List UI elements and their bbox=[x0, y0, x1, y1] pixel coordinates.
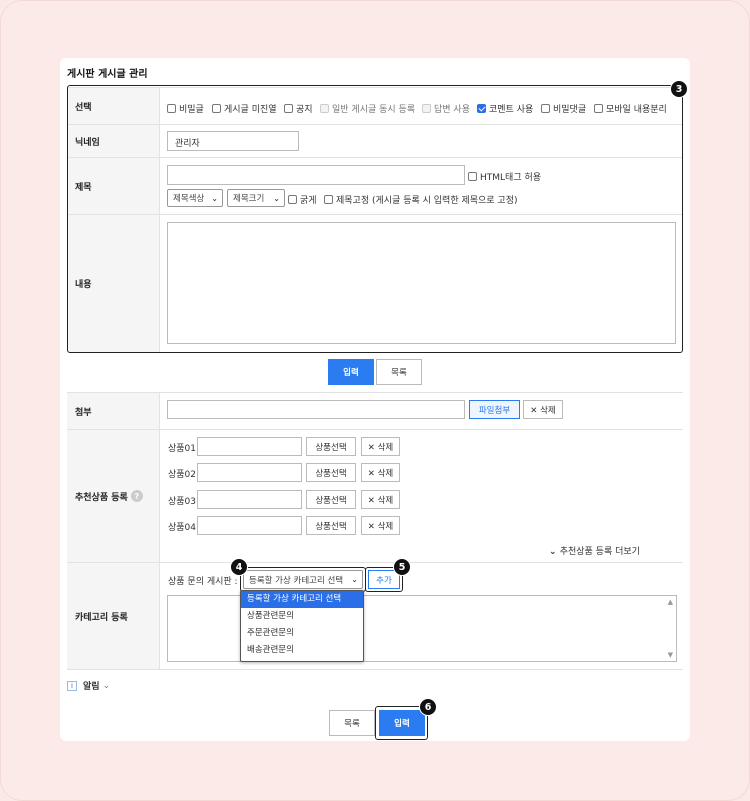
product-delete-button[interactable]: ✕ 삭제 bbox=[361, 490, 400, 509]
page-title: 게시판 게시글 관리 bbox=[67, 69, 148, 80]
submit-button-mid[interactable]: 입력 bbox=[328, 359, 374, 385]
row-recommend-label: 추천상품 등록? bbox=[67, 430, 160, 562]
product-select-button[interactable]: 상품선택 bbox=[306, 516, 356, 535]
subject-size-select[interactable]: 제목크기 ⌄ bbox=[227, 189, 285, 207]
scroll-up-icon[interactable]: ▲ bbox=[668, 598, 673, 606]
checkbox-icon[interactable] bbox=[212, 104, 221, 113]
step-badge-4: 4 bbox=[230, 558, 248, 576]
product-delete-button[interactable]: ✕ 삭제 bbox=[361, 463, 400, 482]
option-secret[interactable]: 비밀글 bbox=[167, 102, 204, 115]
chevron-down-icon: ⌄ bbox=[549, 547, 560, 557]
product-input[interactable] bbox=[197, 516, 302, 535]
row-category-label: 카테고리 등록 bbox=[67, 563, 160, 669]
product-input[interactable] bbox=[197, 437, 302, 456]
nickname-input[interactable]: 관리자 bbox=[167, 131, 299, 151]
dropdown-option[interactable]: 상품관련문의 bbox=[241, 608, 363, 625]
option-secret-comment[interactable]: 비밀댓글 bbox=[541, 102, 586, 115]
product-select-button[interactable]: 상품선택 bbox=[306, 463, 356, 482]
checkbox-icon[interactable] bbox=[284, 104, 293, 113]
checkbox-icon[interactable] bbox=[541, 104, 550, 113]
option-hidden[interactable]: 게시글 미진열 bbox=[212, 102, 277, 115]
dropdown-option[interactable]: 등록할 가상 카테고리 선택 bbox=[241, 591, 363, 608]
product-label: 상품01 bbox=[168, 444, 197, 454]
option-html-allow[interactable]: HTML태그 허용 bbox=[468, 170, 541, 183]
product-select-button[interactable]: 상품선택 bbox=[306, 490, 356, 509]
help-icon[interactable]: ? bbox=[130, 490, 143, 502]
chevron-down-icon: ⌄ bbox=[102, 680, 111, 691]
option-mobile-split[interactable]: 모바일 내용분리 bbox=[594, 102, 667, 115]
dropdown-option[interactable]: 배송관련문의 bbox=[241, 642, 363, 659]
checkbox-icon[interactable] bbox=[167, 104, 176, 113]
chevron-down-icon: ⌄ bbox=[211, 194, 218, 203]
product-delete-button[interactable]: ✕ 삭제 bbox=[361, 437, 400, 456]
option-general-post: 일반 게시글 동시 등록 bbox=[320, 102, 415, 115]
category-prefix: 상품 문의 게시판 : bbox=[168, 577, 238, 587]
list-button-mid[interactable]: 목록 bbox=[376, 359, 422, 385]
recommend-more-link[interactable]: ⌄ 추천상품 등록 더보기 bbox=[549, 544, 640, 557]
row-content-label: 내용 bbox=[67, 215, 160, 352]
step-badge-5: 5 bbox=[393, 558, 411, 576]
product-label: 상품03 bbox=[168, 497, 197, 507]
option-comment[interactable]: 코멘트 사용 bbox=[477, 102, 533, 115]
info-icon: i bbox=[67, 680, 77, 691]
product-label: 상품02 bbox=[168, 470, 197, 480]
checkbox-icon[interactable] bbox=[288, 195, 297, 204]
product-input[interactable] bbox=[197, 463, 302, 482]
subject-input[interactable] bbox=[167, 165, 465, 185]
product-select-button[interactable]: 상품선택 bbox=[306, 437, 356, 456]
product-label: 상품04 bbox=[168, 523, 197, 533]
highlight-frame-4 bbox=[240, 567, 366, 592]
checkbox-icon[interactable] bbox=[324, 195, 333, 204]
row-select-label: 선택 bbox=[67, 88, 160, 124]
checkbox-icon[interactable] bbox=[468, 172, 477, 181]
row-nickname: 닉네임 bbox=[67, 125, 683, 158]
checkbox-icon bbox=[320, 104, 329, 113]
step-badge-6: 6 bbox=[419, 698, 437, 716]
option-bold[interactable]: 굵게 bbox=[288, 193, 317, 206]
content-textarea[interactable] bbox=[167, 222, 676, 344]
notice-toggle[interactable]: i 알림 ⌄ bbox=[67, 679, 110, 692]
row-attach-label: 첨부 bbox=[67, 393, 160, 429]
row-nickname-label: 닉네임 bbox=[67, 125, 160, 157]
checkbox-icon bbox=[422, 104, 431, 113]
product-input[interactable] bbox=[197, 490, 302, 509]
option-notice[interactable]: 공지 bbox=[284, 102, 313, 115]
attach-input[interactable] bbox=[167, 400, 465, 419]
option-reply: 답변 사용 bbox=[422, 102, 470, 115]
dropdown-option[interactable]: 주문관련문의 bbox=[241, 625, 363, 642]
option-subject-fix[interactable]: 제목고정 (게시글 등록 시 입력한 제목으로 고정) bbox=[324, 193, 518, 206]
file-attach-button[interactable]: 파일첨부 bbox=[469, 400, 520, 419]
product-delete-button[interactable]: ✕ 삭제 bbox=[361, 516, 400, 535]
category-dropdown[interactable]: 등록할 가상 카테고리 선택 상품관련문의 주문관련문의 배송관련문의 bbox=[240, 590, 364, 662]
attach-delete-button[interactable]: ✕ 삭제 bbox=[523, 400, 563, 419]
row-subject-label: 제목 bbox=[67, 158, 160, 214]
scroll-down-icon[interactable]: ▼ bbox=[668, 651, 673, 659]
checkbox-icon[interactable] bbox=[594, 104, 603, 113]
list-button-bottom[interactable]: 목록 bbox=[329, 710, 375, 736]
checkbox-checked-icon[interactable] bbox=[477, 104, 486, 113]
step-badge-3: 3 bbox=[670, 80, 688, 98]
subject-color-select[interactable]: 제목색상 ⌄ bbox=[167, 189, 223, 207]
chevron-down-icon: ⌄ bbox=[273, 194, 280, 203]
